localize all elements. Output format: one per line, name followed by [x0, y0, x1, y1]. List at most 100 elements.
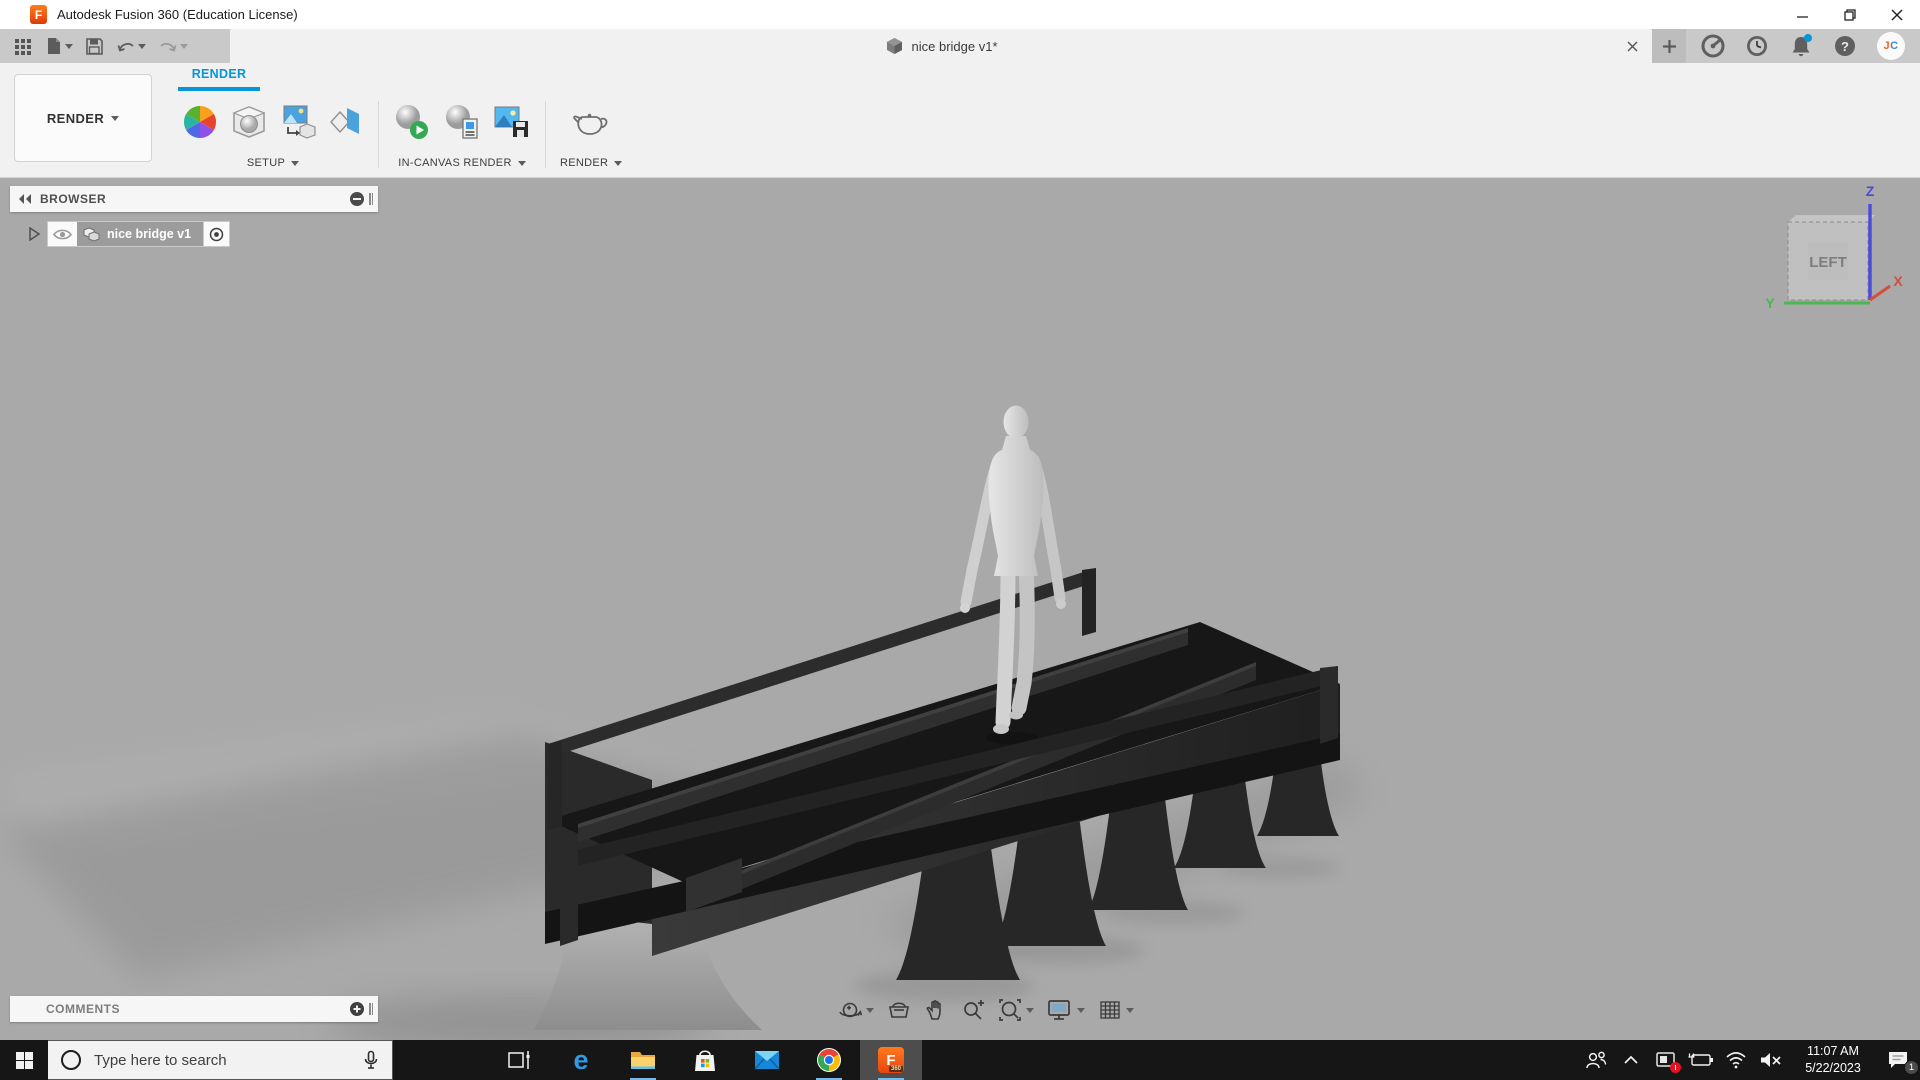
volume-muted-tray-icon[interactable] [1758, 1046, 1784, 1074]
x-axis-label: X [1893, 273, 1903, 289]
render-group-label[interactable]: RENDER [560, 150, 622, 176]
notifications-button[interactable] [1789, 34, 1813, 58]
svg-text:?: ? [1841, 39, 1849, 54]
scene-settings-button[interactable] [230, 104, 268, 140]
orbit-caret-icon[interactable] [866, 1008, 874, 1013]
system-tray: 11:07 AM 5/22/2023 1 [1583, 1040, 1920, 1080]
grid-caret-icon[interactable] [1126, 1008, 1134, 1013]
ribbon-tab-render[interactable]: RENDER [178, 67, 260, 81]
panel-grip[interactable] [369, 1003, 374, 1015]
activate-component-radio[interactable] [203, 222, 229, 246]
x-axis-line [1870, 286, 1890, 300]
add-comment-icon[interactable] [349, 1001, 365, 1017]
render-button[interactable] [571, 104, 611, 140]
view-cube-face-label[interactable]: LEFT [1809, 254, 1847, 271]
ribbon-toolbar: RENDER RENDER [0, 63, 1920, 178]
extensions-button[interactable] [1701, 34, 1725, 58]
visibility-toggle[interactable] [48, 222, 77, 246]
browser-panel-title: BROWSER [40, 192, 106, 206]
texture-map-button[interactable] [280, 104, 318, 140]
file-menu-button[interactable] [41, 33, 77, 59]
viewport-3d[interactable]: BROWSER [0, 178, 1920, 1040]
people-button[interactable] [1583, 1046, 1609, 1074]
browser-panel-header[interactable]: BROWSER [10, 186, 378, 212]
taskbar-search[interactable]: Type here to search [48, 1040, 393, 1080]
fusion-360-app-button[interactable]: F 360 [860, 1040, 922, 1080]
fit-tool[interactable] [998, 998, 1034, 1022]
grid-layout-tool[interactable] [1098, 998, 1134, 1022]
component-item[interactable]: nice bridge v1 [77, 222, 203, 246]
task-view-button[interactable] [488, 1040, 550, 1080]
view-cube-top-face[interactable] [1788, 215, 1875, 222]
job-status-button[interactable] [1745, 34, 1769, 58]
decal-button[interactable] [330, 104, 364, 140]
pan-tool[interactable] [924, 998, 948, 1022]
app-grid-button[interactable] [9, 33, 37, 59]
save-icon [85, 37, 104, 56]
in-canvas-render-settings-button[interactable] [443, 103, 481, 141]
show-hidden-icons-button[interactable] [1618, 1046, 1644, 1074]
security-alert-tray-icon[interactable] [1653, 1046, 1679, 1074]
bridge-model[interactable] [534, 568, 1340, 1030]
edge-app-button[interactable]: e [550, 1040, 612, 1080]
tab-close-button[interactable] [1622, 36, 1642, 56]
panel-grip[interactable] [369, 193, 374, 205]
fit-icon [998, 998, 1022, 1022]
action-center-button[interactable]: 1 [1882, 1046, 1914, 1074]
orbit-tool[interactable] [838, 998, 874, 1022]
task-view-icon [507, 1049, 531, 1071]
in-canvas-render-button[interactable] [393, 103, 431, 141]
chrome-app-button[interactable] [798, 1040, 860, 1080]
render-settings-icon [443, 103, 481, 141]
view-cube[interactable]: LEFT Z Y X [1744, 182, 1914, 317]
file-menu-caret-icon [65, 44, 73, 49]
in-canvas-render-group-label[interactable]: IN-CANVAS RENDER [398, 150, 525, 176]
capture-image-button[interactable] [493, 103, 531, 141]
save-button[interactable] [81, 34, 108, 59]
viewport-3d-scene[interactable] [0, 178, 1920, 1040]
setup-group-label[interactable]: SETUP [247, 150, 299, 176]
zoom-tool[interactable] [961, 998, 985, 1022]
minimize-button[interactable] [1779, 0, 1826, 29]
document-tab[interactable]: nice bridge v1* [230, 29, 1652, 63]
help-button[interactable]: ? [1833, 34, 1857, 58]
display-settings-caret-icon[interactable] [1077, 1008, 1085, 1013]
microphone-icon[interactable] [363, 1050, 379, 1070]
wifi-tray-icon[interactable] [1723, 1046, 1749, 1074]
user-initials: JC [1883, 40, 1898, 52]
titlebar: F Autodesk Fusion 360 (Education License… [0, 0, 1920, 29]
orbit-icon [838, 998, 862, 1022]
user-avatar[interactable]: JC [1877, 32, 1905, 60]
top-right-icons: ? JC [1686, 29, 1920, 63]
windows-logo-icon [16, 1052, 33, 1069]
windows-taskbar: Type here to search e [0, 1040, 1920, 1080]
file-explorer-app-button[interactable] [612, 1040, 674, 1080]
quick-access-toolbar [0, 29, 230, 63]
notification-count-badge: 1 [1904, 1060, 1919, 1075]
workspace-selector[interactable]: RENDER [14, 74, 152, 162]
store-app-button[interactable] [674, 1040, 736, 1080]
new-tab-button[interactable] [1652, 29, 1686, 63]
plus-icon [1662, 39, 1677, 54]
redo-button[interactable] [154, 35, 192, 58]
alert-badge [1670, 1062, 1681, 1073]
expand-arrow-icon[interactable] [27, 226, 41, 242]
battery-tray-icon[interactable] [1688, 1046, 1714, 1074]
close-icon [1891, 9, 1903, 21]
close-button[interactable] [1873, 0, 1920, 29]
restore-button[interactable] [1826, 0, 1873, 29]
start-button[interactable] [0, 1040, 48, 1080]
ribbon-group-in-canvas-render: IN-CANVAS RENDER [381, 93, 543, 176]
taskbar-clock[interactable]: 11:07 AM 5/22/2023 [1793, 1043, 1873, 1077]
comments-panel[interactable]: COMMENTS [10, 996, 378, 1022]
mail-app-button[interactable] [736, 1040, 798, 1080]
display-settings-tool[interactable] [1047, 998, 1085, 1022]
z-axis-label: Z [1866, 183, 1875, 199]
appearance-button[interactable] [182, 104, 218, 140]
look-at-tool[interactable] [887, 998, 911, 1022]
undo-button[interactable] [112, 35, 150, 58]
file-icon [45, 36, 63, 56]
collapse-circle-icon[interactable] [349, 191, 365, 207]
fit-caret-icon[interactable] [1026, 1008, 1034, 1013]
taskbar-apps: e [488, 1040, 922, 1080]
